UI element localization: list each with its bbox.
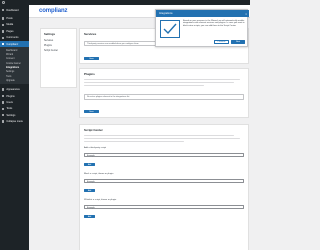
user-icon [2,101,5,104]
menu-label: Appearance [6,88,20,92]
block-script-button[interactable]: Add [84,189,95,193]
wrench-icon [2,107,5,111]
plugins-field-text: No active plugins relevant to the integr… [87,95,130,98]
submenu-item-upgrade[interactable]: Upgrade [0,79,29,83]
previous-button[interactable]: Previous [214,40,229,44]
add-script-label: Add a third-party script [84,147,107,149]
whitelist-script-label: Whitelist a script, iframe or plugin [84,199,117,201]
script-center-description [84,141,184,143]
menu-label: Media [6,23,14,27]
checkmark-shape [163,23,177,35]
shield-icon [2,42,5,46]
menu-item-collapse[interactable]: Collapse menu [0,118,29,124]
add-script-value: Example [87,154,95,157]
menu-label: Users [6,100,13,104]
script-center-title: Script Center [84,128,103,132]
pin-icon [2,17,5,20]
whitelist-script-value: Example [87,206,95,209]
menu-label: Settings [6,113,16,117]
page-icon [2,30,5,33]
services-title: Services [84,32,97,36]
plugins-description [84,82,234,84]
menu-label: Pages [6,29,14,33]
next-button[interactable]: Next [231,40,245,44]
block-script-label: Block a script, iframe or plugin [84,173,114,175]
services-field-text: Third-party services are enabled when yo… [87,42,139,45]
plugins-description [84,85,204,87]
menu-label: Tools [6,107,13,111]
collapse-icon [2,120,5,123]
services-save-button[interactable]: Save [84,57,99,61]
plugins-card: Plugins No active plugins relevant to th… [79,68,249,118]
plugins-description [84,79,240,81]
tour-popup: Integrations × Based on your answers in … [155,9,249,47]
admin-sidebar: Dashboard Posts Media Pages Comments Com… [0,5,29,250]
subnav-item-services[interactable]: Services [44,39,73,42]
popup-header: Integrations × [156,10,249,17]
plugins-field: No active plugins relevant to the integr… [84,94,244,100]
complianz-submenu: Dashboard Wizard Consent Cookie banner I… [0,47,29,85]
plugins-title: Plugins [84,72,95,76]
close-icon[interactable]: × [245,12,247,16]
settings-subnav: Settings Services Plugins Script Center [40,28,77,88]
block-script-value: Example [87,180,95,183]
comment-icon [2,36,5,39]
wordpress-logo-icon[interactable] [2,1,5,4]
block-script-field[interactable]: Example [84,179,244,183]
script-center-card: Script Center Add a third-party script E… [79,124,249,250]
menu-label: Collapse menu [6,120,24,124]
popup-body: Based on your answers in the Wizard, we … [183,19,245,27]
media-icon [2,23,5,27]
complianz-logo[interactable]: complianz [39,8,68,14]
settings-icon [2,114,5,117]
menu-label: Posts [6,17,13,21]
whitelist-script-button[interactable]: Add [84,215,95,219]
whitelist-script-field[interactable]: Example [84,205,244,209]
menu-label: Complianz [6,42,19,46]
popup-title: Integrations [159,12,173,15]
menu-label: Plugins [6,94,15,98]
script-center-description [84,138,240,140]
brush-icon [2,88,5,91]
menu-label: Comments [6,36,19,40]
menu-label: Dashboard [6,8,19,12]
subnav-item-plugins[interactable]: Plugins [44,44,73,47]
plugins-save-button[interactable]: Save [84,110,99,114]
checkmark-icon [160,20,180,38]
add-script-button[interactable]: Add [84,163,95,167]
dashboard-icon [2,9,5,12]
plugin-icon [2,94,5,98]
script-center-description [84,135,234,137]
subnav-title: Settings [44,32,56,36]
subnav-item-script-center[interactable]: Script Center [44,49,73,52]
add-script-field[interactable]: Example [84,153,244,157]
